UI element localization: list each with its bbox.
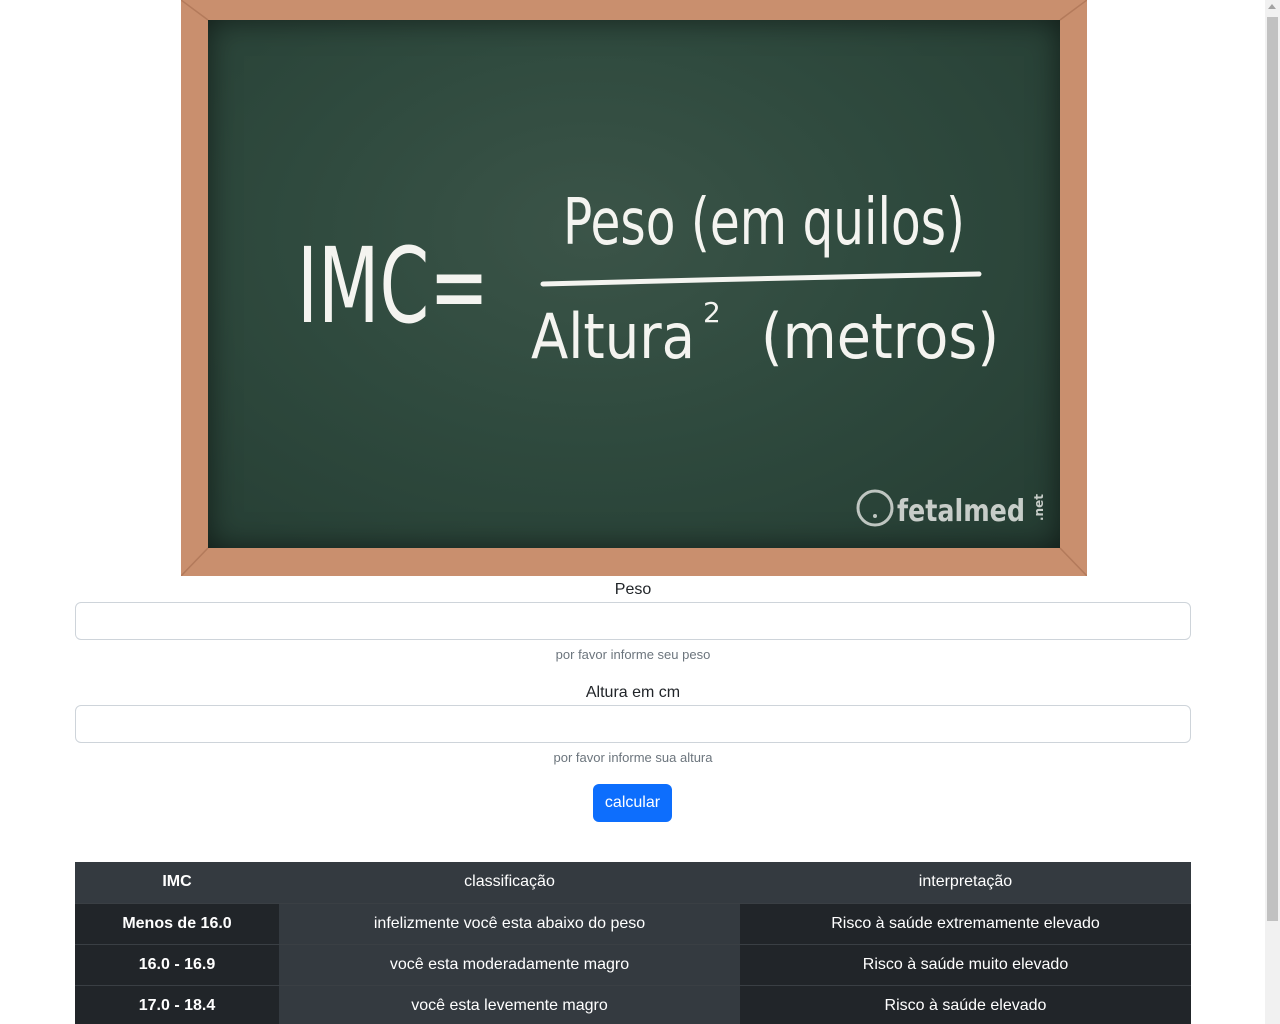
page: IMC= Peso (em quilos) Altura 2 (metros) … <box>0 0 1265 1024</box>
table-row: 16.0 - 16.9 você esta moderadamente magr… <box>75 944 1191 986</box>
formula-numerator: Peso (em quilos) <box>563 186 965 260</box>
table-row: 17.0 - 18.4 você esta levemente magro Ri… <box>75 985 1191 1024</box>
calcular-button[interactable]: calcular <box>593 784 672 822</box>
fetalmed-logo: fetalmed .net <box>856 489 1046 529</box>
imc-classification-table: IMC classificação interpretação Menos de… <box>75 862 1191 1024</box>
altura-input[interactable] <box>75 705 1191 743</box>
cell-interpretacao: Risco à saúde elevado <box>740 985 1191 1024</box>
cell-imc-range: 17.0 - 18.4 <box>75 985 279 1024</box>
altura-label: Altura em cm <box>585 684 681 701</box>
cell-interpretacao: Risco à saúde muito elevado <box>740 944 1191 986</box>
header-imc: IMC <box>75 862 279 904</box>
fetalmed-logo-suffix: .net <box>1032 494 1046 521</box>
scrollbar-thumb[interactable] <box>1267 17 1278 921</box>
table-row: Menos de 16.0 infelizmente você esta aba… <box>75 903 1191 945</box>
chalkboard-drawing: IMC= Peso (em quilos) Altura 2 (metros) … <box>181 0 1087 576</box>
header-interpretacao: interpretação <box>740 862 1191 904</box>
formula-denominator-unit: (metros) <box>761 300 999 373</box>
cell-interpretacao: Risco à saúde extremamente elevado <box>740 903 1191 945</box>
formula-denominator-word: Altura <box>531 300 695 373</box>
cell-classificacao: você esta moderadamente magro <box>279 944 740 986</box>
imc-formula-image: IMC= Peso (em quilos) Altura 2 (metros) … <box>181 0 1087 576</box>
cell-imc-range: 16.0 - 16.9 <box>75 944 279 986</box>
altura-help-text: por favor informe sua altura <box>553 750 713 765</box>
page-scrollbar[interactable] <box>1265 0 1280 1024</box>
peso-help-text: por favor informe seu peso <box>555 647 711 662</box>
cell-imc-range: Menos de 16.0 <box>75 903 279 945</box>
scroll-up-arrow-icon[interactable] <box>1268 4 1276 9</box>
fraction-bar <box>540 271 982 287</box>
header-classificacao: classificação <box>279 862 740 904</box>
formula-imc-label: IMC= <box>297 225 489 347</box>
fetalmed-logo-text: fetalmed <box>897 494 1025 529</box>
cell-classificacao: infelizmente você esta abaixo do peso <box>279 903 740 945</box>
formula-exponent: 2 <box>703 296 721 329</box>
peso-label: Peso <box>614 581 652 598</box>
cell-classificacao: você esta levemente magro <box>279 985 740 1024</box>
peso-input[interactable] <box>75 602 1191 640</box>
table-header-row: IMC classificação interpretação <box>75 862 1191 904</box>
